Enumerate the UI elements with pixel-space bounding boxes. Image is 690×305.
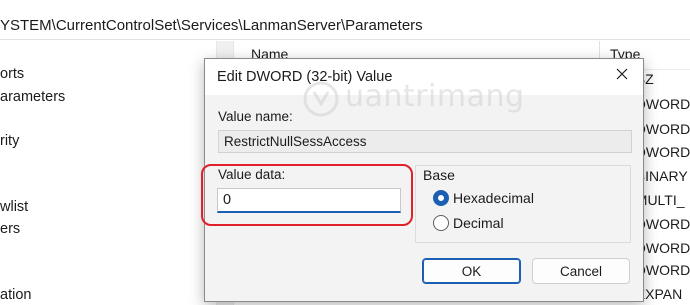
address-bar[interactable]: YSTEM\CurrentControlSet\Services\LanmanS…: [0, 0, 690, 40]
edit-dword-dialog: Edit DWORD (32-bit) Value uantrimang Val…: [201, 58, 644, 302]
base-label: Base: [423, 167, 455, 183]
tree-pane: orts arameters rity wlist ers ation: [0, 41, 216, 305]
value-data-label: Value data:: [218, 167, 286, 182]
watermark-logo-icon: [301, 80, 341, 123]
watermark: uantrimang: [301, 79, 531, 119]
close-icon: [616, 67, 628, 85]
value-name-field: RestrictNullSessAccess: [218, 130, 632, 153]
radio-unselected-icon[interactable]: [433, 215, 449, 231]
value-name-label: Value name:: [218, 109, 293, 124]
value-data-input[interactable]: 0: [217, 188, 401, 213]
tree-item[interactable]: wlist: [0, 199, 28, 215]
radio-decimal-label: Decimal: [453, 215, 504, 231]
tree-item[interactable]: orts: [0, 66, 24, 82]
radio-decimal[interactable]: Decimal: [433, 215, 504, 231]
tree-item[interactable]: ation: [0, 287, 31, 303]
cancel-button[interactable]: Cancel: [532, 258, 630, 284]
close-button[interactable]: [601, 59, 643, 93]
radio-hexadecimal-label: Hexadecimal: [453, 190, 534, 206]
radio-selected-icon[interactable]: [433, 190, 449, 206]
radio-hexadecimal[interactable]: Hexadecimal: [433, 190, 534, 206]
value-name-text: RestrictNullSessAccess: [224, 134, 367, 149]
value-data-text: 0: [223, 192, 232, 208]
ok-button[interactable]: OK: [422, 258, 521, 284]
watermark-text: uantrimang: [345, 79, 525, 114]
tree-item[interactable]: rity: [0, 133, 19, 149]
tree-item[interactable]: arameters: [0, 89, 65, 105]
address-path: YSTEM\CurrentControlSet\Services\LanmanS…: [0, 17, 423, 34]
tree-item[interactable]: ers: [0, 221, 20, 237]
